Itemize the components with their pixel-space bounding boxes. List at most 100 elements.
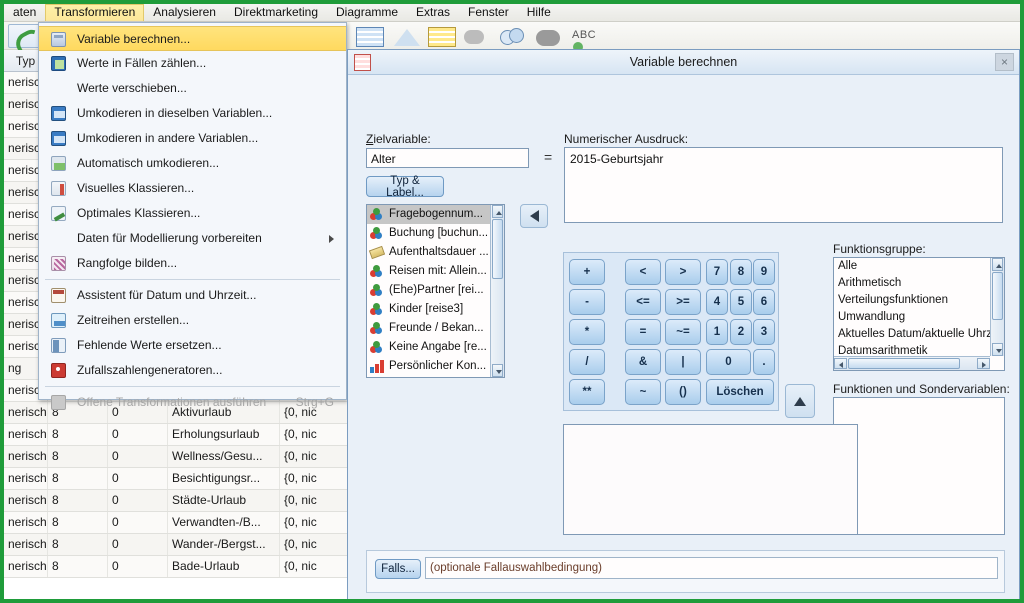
keypad-key-multiply[interactable]: *	[569, 319, 605, 345]
fg-hscroll-thumb[interactable]	[848, 358, 960, 369]
keypad-key-divide[interactable]: /	[569, 349, 605, 375]
keypad-key-not-equal[interactable]: ~=	[665, 319, 701, 345]
insert-function-button[interactable]	[785, 384, 815, 418]
table-row[interactable]: nerisch80Besichtigungsr...{0, nic	[4, 468, 350, 490]
keypad-key-six[interactable]: 6	[753, 289, 775, 315]
function-group-item[interactable]: Umwandlung	[834, 309, 990, 326]
keypad-key-less-equal[interactable]: <=	[625, 289, 661, 315]
keypad-key-greater-than[interactable]: >	[665, 259, 701, 285]
menu-option-11[interactable]: Zeitreihen erstellen...	[39, 308, 346, 333]
menu-option-1[interactable]: Werte in Fällen zählen...	[39, 51, 346, 76]
table-cell-werte[interactable]: {0, nic	[280, 512, 350, 533]
table-row[interactable]: nerisch80Wander-/Bergst...{0, nic	[4, 534, 350, 556]
keypad-key-less-than[interactable]: <	[625, 259, 661, 285]
scroll-thumb[interactable]	[492, 219, 503, 279]
falls-button[interactable]: Falls...	[375, 559, 421, 579]
table-row[interactable]: nerisch80Erholungsurlaub{0, nic	[4, 424, 350, 446]
menu-option-9[interactable]: Rangfolge bilden...	[39, 251, 346, 276]
table-cell-typ[interactable]: nerisch	[4, 446, 48, 467]
keypad-key-eight[interactable]: 8	[730, 259, 752, 285]
list-item[interactable]: Freunde / Bekan...	[367, 319, 490, 338]
function-group-item[interactable]: Alle	[834, 258, 990, 275]
table-cell-dezimal[interactable]: 0	[108, 534, 168, 555]
menu-option-10[interactable]: Assistent für Datum und Uhrzeit...	[39, 283, 346, 308]
keypad-key-plus[interactable]: +	[569, 259, 605, 285]
falls-condition-display[interactable]: (optionale Fallauswahlbedingung)	[425, 557, 998, 579]
type-and-label-button[interactable]: Typ & Label...	[366, 176, 444, 197]
keypad-key-three[interactable]: 3	[753, 319, 775, 345]
table-cell-breite[interactable]: 8	[48, 556, 108, 577]
menu-item-daten[interactable]: aten	[4, 4, 45, 21]
export-icon[interactable]	[464, 25, 494, 49]
numeric-expression-input[interactable]: 2015-Geburtsjahr	[564, 147, 1003, 223]
compute-balance-icon[interactable]	[392, 25, 422, 49]
fg-scroll-left-arrow[interactable]	[834, 358, 847, 369]
menu-item-hilfe[interactable]: Hilfe	[518, 4, 560, 21]
table-yellow-icon[interactable]	[428, 25, 458, 49]
table-cell-label[interactable]: Wander-/Bergst...	[168, 534, 280, 555]
keypad-key-seven[interactable]: 7	[706, 259, 728, 285]
table-cell-breite[interactable]: 8	[48, 512, 108, 533]
table-cell-breite[interactable]: 8	[48, 490, 108, 511]
table-cell-breite[interactable]: 8	[48, 468, 108, 489]
table-cell-typ[interactable]: nerisch	[4, 512, 48, 533]
table-cell-typ[interactable]: nerisch	[4, 490, 48, 511]
chart-builder-icon[interactable]	[500, 25, 530, 49]
table-cell-dezimal[interactable]: 0	[108, 446, 168, 467]
table-row[interactable]: nerisch80Wellness/Gesu...{0, nic	[4, 446, 350, 468]
scroll-down-arrow[interactable]	[492, 364, 503, 377]
list-item[interactable]: Guter Service [wi...	[367, 376, 490, 378]
keypad-key-five[interactable]: 5	[730, 289, 752, 315]
list-item[interactable]: Fragebogennum...	[367, 205, 490, 224]
function-group-list[interactable]: AlleArithmetischVerteilungsfunktionenUmw…	[833, 257, 1005, 371]
table-cell-breite[interactable]: 8	[48, 534, 108, 555]
fg-scroll-right-arrow[interactable]	[977, 358, 990, 369]
keypad-key-four[interactable]: 4	[706, 289, 728, 315]
keypad-key-decimal-point[interactable]: .	[753, 349, 775, 375]
keypad-key-not[interactable]: ~	[625, 379, 661, 405]
spellcheck-abc-icon[interactable]: ABC	[572, 25, 602, 49]
list-item[interactable]: Persönlicher Kon...	[367, 357, 490, 376]
list-item[interactable]: Aufenthaltsdauer ...	[367, 243, 490, 262]
keypad-key-nine[interactable]: 9	[753, 259, 775, 285]
keypad-key-delete[interactable]: Löschen	[706, 379, 774, 405]
keypad-key-power[interactable]: **	[569, 379, 605, 405]
list-item[interactable]: Reisen mit: Allein...	[367, 262, 490, 281]
table-cell-werte[interactable]: {0, nic	[280, 468, 350, 489]
list-item[interactable]: Buchung [buchun...	[367, 224, 490, 243]
table-cell-typ[interactable]: nerisch	[4, 424, 48, 445]
table-cell-label[interactable]: Verwandten-/B...	[168, 512, 280, 533]
function-group-hscrollbar[interactable]	[834, 356, 990, 370]
fg-scroll-down-arrow[interactable]	[992, 343, 1003, 356]
menu-option-8[interactable]: Daten für Modellierung vorbereiten	[39, 226, 346, 251]
menu-option-13[interactable]: Zufallszahlengeneratoren...	[39, 358, 346, 383]
table-cell-breite[interactable]: 8	[48, 446, 108, 467]
keypad-key-or[interactable]: |	[665, 349, 701, 375]
keypad-key-two[interactable]: 2	[730, 319, 752, 345]
table-cell-label[interactable]: Städte-Urlaub	[168, 490, 280, 511]
menu-option-2[interactable]: Werte verschieben...	[39, 76, 346, 101]
table-cell-label[interactable]: Besichtigungsr...	[168, 468, 280, 489]
table-cell-dezimal[interactable]: 0	[108, 556, 168, 577]
variable-list[interactable]: Fragebogennum...Buchung [buchun...Aufent…	[366, 204, 505, 378]
menu-item-direktmarketing[interactable]: Direktmarketing	[225, 4, 327, 21]
menu-option-4[interactable]: Umkodieren in andere Variablen...	[39, 126, 346, 151]
keypad-key-greater-equal[interactable]: >=	[665, 289, 701, 315]
table-cell-werte[interactable]: {0, nic	[280, 424, 350, 445]
functions-list[interactable]	[833, 397, 1005, 535]
menu-option-6[interactable]: Visuelles Klassieren...	[39, 176, 346, 201]
menu-item-transformieren[interactable]: Transformieren	[45, 4, 144, 21]
table-cell-dezimal[interactable]: 0	[108, 512, 168, 533]
function-group-vscrollbar[interactable]	[990, 258, 1004, 356]
table-cell-dezimal[interactable]: 0	[108, 468, 168, 489]
scroll-up-arrow[interactable]	[492, 205, 503, 218]
menu-option-7[interactable]: Optimales Klassieren...	[39, 201, 346, 226]
keypad-key-parentheses[interactable]: ()	[665, 379, 701, 405]
function-group-item[interactable]: Arithmetisch	[834, 275, 990, 292]
table-cell-label[interactable]: Erholungsurlaub	[168, 424, 280, 445]
function-group-item[interactable]: Verteilungsfunktionen	[834, 292, 990, 309]
table-cell-typ[interactable]: nerisch	[4, 556, 48, 577]
table-cell-typ[interactable]: nerisch	[4, 468, 48, 489]
close-icon[interactable]: ×	[995, 53, 1014, 71]
move-to-expression-button[interactable]	[520, 204, 548, 228]
